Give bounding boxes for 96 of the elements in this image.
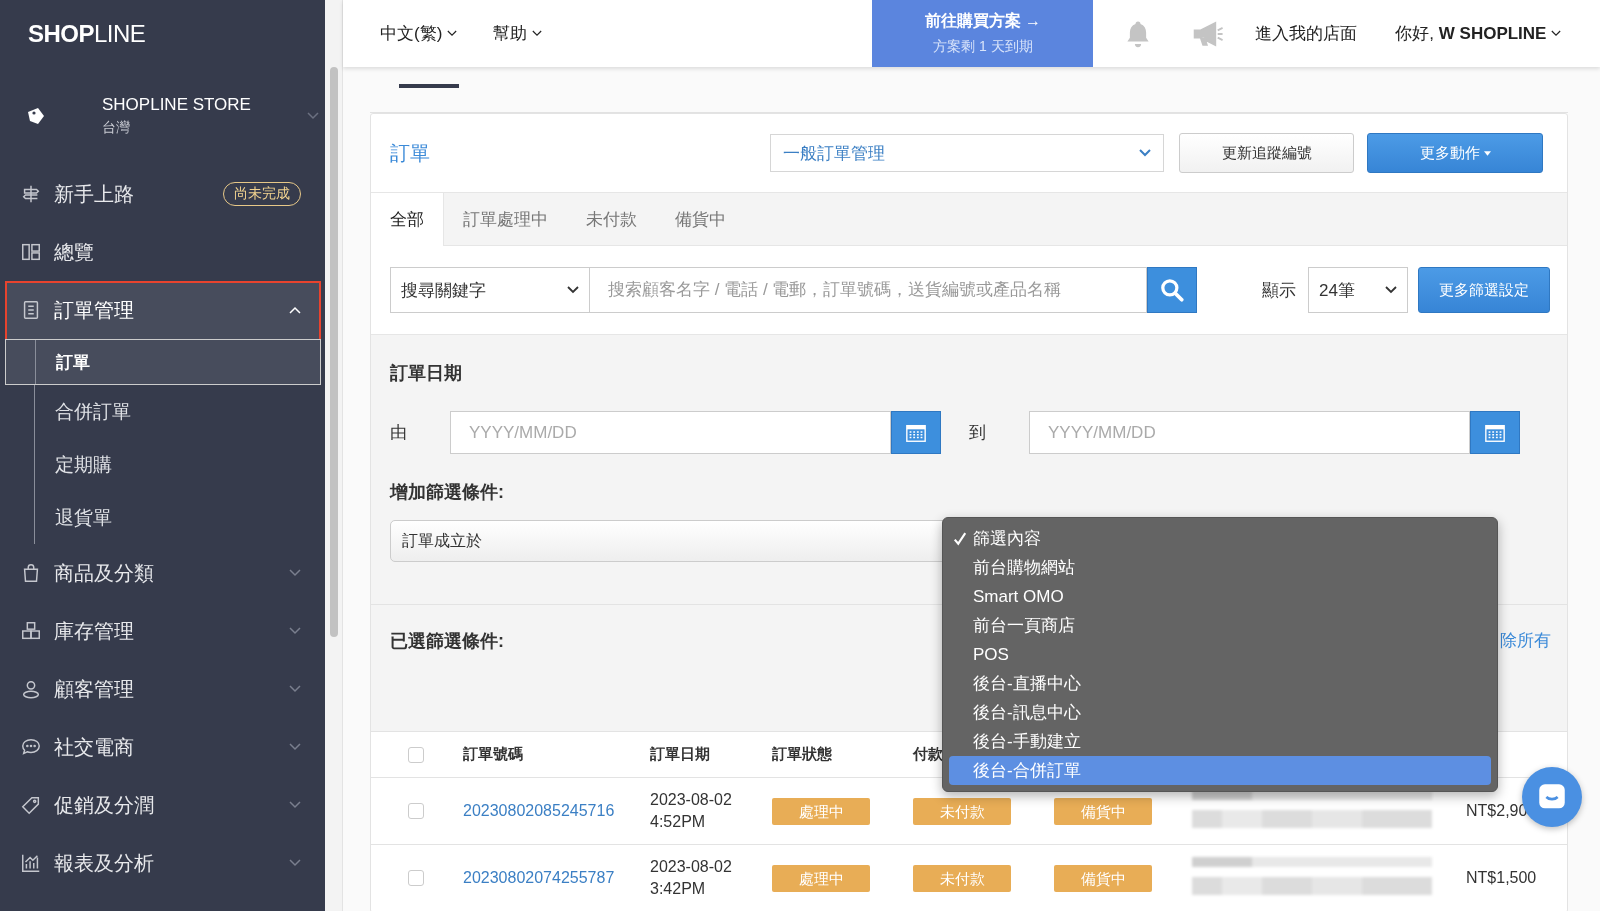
dropdown-option[interactable]: 後台-訊息中心 bbox=[949, 698, 1491, 727]
order-time: 3:42PM bbox=[650, 880, 707, 898]
chevron-up-icon bbox=[289, 306, 301, 314]
order-link[interactable]: 20230802074255787 bbox=[463, 869, 615, 886]
chevron-down-icon bbox=[532, 30, 543, 37]
view-select[interactable]: 一般訂單管理 bbox=[770, 134, 1164, 172]
logo[interactable]: SHOPLINE bbox=[0, 0, 325, 67]
store-region: 台灣 bbox=[102, 119, 131, 137]
order-date: 2023-08-02 bbox=[650, 858, 733, 876]
checkbox[interactable] bbox=[408, 803, 424, 819]
dropdown-option[interactable]: 前台一頁商店 bbox=[949, 611, 1491, 640]
chevron-down-icon[interactable] bbox=[307, 112, 319, 120]
search-field-select[interactable]: 搜尋關鍵字 bbox=[390, 267, 590, 313]
sidebar-subitem[interactable]: 訂單 bbox=[5, 339, 321, 385]
column-header: 訂單號碼 bbox=[463, 745, 523, 762]
chevron-down-icon bbox=[567, 286, 579, 294]
status-badge: 備貨中 bbox=[1054, 797, 1152, 825]
order-amount: NT$1,500 bbox=[1466, 869, 1537, 886]
language-menu[interactable]: 中文(繁) bbox=[380, 22, 458, 45]
status-badge: 未付款 bbox=[913, 797, 1011, 825]
chevron-down-icon bbox=[289, 801, 301, 809]
person-icon bbox=[20, 678, 42, 700]
sidebar-item[interactable]: 社交電商 bbox=[0, 718, 325, 776]
store-name: SHOPLINE STORE bbox=[102, 95, 252, 115]
search-button[interactable] bbox=[1147, 267, 1197, 313]
sidebar-subitem[interactable]: 退貨單 bbox=[0, 491, 325, 544]
chevron-down-icon bbox=[447, 30, 458, 37]
section-title: 訂單日期 bbox=[390, 362, 463, 385]
filter-tab[interactable]: 訂單處理中 bbox=[444, 193, 567, 245]
dropdown-option[interactable]: POS bbox=[949, 640, 1491, 669]
status-badge: 未付款 bbox=[913, 864, 1011, 892]
order-time: 4:52PM bbox=[650, 813, 707, 831]
chevron-down-icon bbox=[289, 569, 301, 577]
column-header: 訂單狀態 bbox=[772, 745, 832, 762]
sidebar-item[interactable]: 商品及分類 bbox=[0, 544, 325, 602]
account-menu[interactable]: 你好, W SHOPLINE bbox=[1395, 22, 1562, 45]
sidebar-subitem[interactable]: 定期購 bbox=[0, 438, 325, 491]
sidebar-subitem[interactable]: 合併訂單 bbox=[0, 385, 325, 438]
date-field[interactable]: YYYY/MM/DD bbox=[450, 411, 891, 454]
tab-indicator bbox=[399, 84, 459, 88]
order-date: 2023-08-02 bbox=[650, 791, 733, 809]
chevron-down-icon bbox=[289, 685, 301, 693]
dropdown-option[interactable]: 前台購物網站 bbox=[949, 553, 1491, 582]
page-size-select[interactable]: 24筆 bbox=[1308, 267, 1408, 313]
checkbox[interactable] bbox=[408, 870, 424, 886]
chevron-down-icon bbox=[1139, 149, 1151, 157]
chevron-down-icon bbox=[289, 859, 301, 867]
order-amount: NT$2,90 bbox=[1466, 802, 1528, 819]
sidebar-item[interactable]: 庫存管理 bbox=[0, 602, 325, 660]
page-title: 訂單 bbox=[390, 140, 431, 166]
column-header: 付款 bbox=[913, 745, 943, 762]
section-title: 已選篩選條件: bbox=[390, 630, 504, 653]
signpost-icon bbox=[20, 183, 42, 205]
help-menu[interactable]: 幫助 bbox=[493, 22, 543, 45]
search-icon bbox=[1159, 277, 1185, 303]
search-field[interactable]: 搜索顧客名字 / 電話 / 電郵，訂單號碼，送貨編號或產品名稱 bbox=[590, 267, 1147, 313]
chevron-down-icon bbox=[289, 743, 301, 751]
status-badge: 備貨中 bbox=[1054, 864, 1152, 892]
update-tracking-button[interactable]: 更新追蹤編號 bbox=[1179, 133, 1354, 173]
chevron-down-icon bbox=[289, 627, 301, 635]
filter-tab[interactable]: 未付款 bbox=[567, 193, 656, 245]
order-link[interactable]: 20230802085245716 bbox=[463, 802, 615, 819]
section-title: 增加篩選條件: bbox=[390, 481, 505, 504]
from-label: 由 bbox=[390, 422, 408, 444]
chevron-down-icon bbox=[1385, 286, 1397, 294]
sidebar-item[interactable]: 報表及分析 bbox=[0, 834, 325, 892]
filter-tab[interactable]: 全部 bbox=[371, 193, 444, 246]
boxes-icon bbox=[20, 620, 42, 642]
column-header: 訂單日期 bbox=[650, 745, 710, 762]
calendar-button[interactable] bbox=[1470, 411, 1520, 454]
to-label: 到 bbox=[969, 422, 987, 444]
chart-icon bbox=[20, 852, 42, 874]
dropdown-option[interactable]: 後台-直播中心 bbox=[949, 669, 1491, 698]
date-field[interactable]: YYYY/MM/DD bbox=[1029, 411, 1470, 454]
calendar-button[interactable] bbox=[891, 411, 941, 454]
tag-icon bbox=[20, 794, 42, 816]
checkbox[interactable] bbox=[408, 746, 424, 763]
caret-icon bbox=[1483, 150, 1491, 156]
chevron-down-icon bbox=[1551, 30, 1562, 37]
dropdown-option[interactable]: 篩選內容 bbox=[949, 524, 1491, 553]
sidebar-item[interactable]: 促銷及分潤 bbox=[0, 776, 325, 834]
filter-tab[interactable]: 備貨中 bbox=[656, 193, 745, 245]
sidebar-item[interactable]: 顧客管理 bbox=[0, 660, 325, 718]
storefront-link[interactable]: 進入我的店面 bbox=[1255, 22, 1358, 45]
status-badge: 處理中 bbox=[772, 864, 870, 892]
status-badge: 處理中 bbox=[772, 797, 870, 825]
upgrade-button[interactable]: 前往購買方案 → 方案剩 1 天到期 bbox=[872, 0, 1094, 67]
layout-icon bbox=[20, 241, 42, 263]
page-size-label: 顯示 bbox=[1262, 279, 1296, 302]
sidebar-item[interactable]: 總覽 bbox=[0, 223, 325, 281]
sidebar-item[interactable]: 訂單管理 bbox=[5, 281, 321, 339]
dropdown-option[interactable]: Smart OMO bbox=[949, 582, 1491, 611]
dropdown-option[interactable]: 後台-手動建立 bbox=[949, 727, 1491, 756]
checkmark-icon bbox=[953, 531, 967, 546]
scrollbar[interactable] bbox=[329, 67, 338, 637]
sidebar-item[interactable]: 新手上路 尚未完成 bbox=[0, 165, 325, 223]
